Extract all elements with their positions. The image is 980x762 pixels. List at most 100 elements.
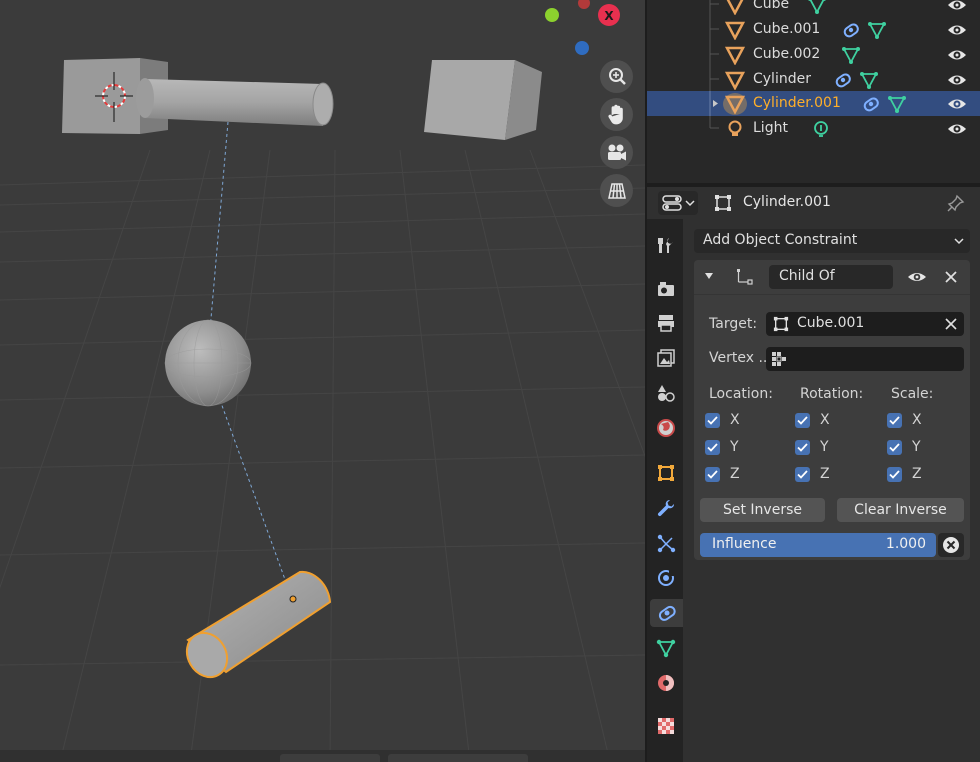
visibility-eye-icon[interactable]: [947, 21, 967, 39]
mesh-object-icon: [725, 71, 745, 90]
constraint-icon[interactable]: [841, 20, 861, 40]
collapse-triangle-icon[interactable]: [704, 272, 714, 280]
viewport-scene[interactable]: [0, 0, 645, 762]
tab-view-layer[interactable]: [652, 344, 680, 372]
tab-tool[interactable]: [652, 231, 680, 259]
location-z-checkbox[interactable]: [705, 467, 720, 482]
wrench-icon: [657, 499, 675, 517]
rotation-label: Rotation:: [800, 386, 864, 402]
tab-render[interactable]: [652, 275, 680, 303]
perspective-grid-icon[interactable]: [600, 174, 633, 207]
visibility-eye-icon[interactable]: [907, 269, 927, 285]
mesh-object-icon: [725, 95, 745, 114]
mesh-data-icon[interactable]: [859, 70, 879, 90]
rotation-y-checkbox[interactable]: [795, 440, 810, 455]
visibility-eye-icon[interactable]: [947, 46, 967, 64]
clear-inverse-button[interactable]: Clear Inverse: [837, 498, 964, 522]
rotation-z-checkbox[interactable]: [795, 467, 810, 482]
rotation-x-checkbox[interactable]: [795, 413, 810, 428]
constraint-icon[interactable]: [833, 70, 853, 90]
tool-icon: [658, 238, 673, 253]
render-icon: [658, 282, 674, 296]
location-y-checkbox[interactable]: [705, 440, 720, 455]
outliner-item-label: Cylinder.001: [753, 95, 841, 111]
close-icon[interactable]: [944, 270, 958, 284]
tab-world[interactable]: [652, 414, 680, 442]
cylinder-top[interactable]: [136, 78, 334, 126]
object-icon: [773, 316, 789, 332]
light-data-icon[interactable]: [811, 119, 831, 139]
particles-icon: [657, 534, 676, 553]
influence-slider[interactable]: Influence 1.000: [700, 533, 936, 557]
scale-y-checkbox[interactable]: [887, 440, 902, 455]
tab-material[interactable]: [652, 669, 680, 697]
outliner-item-cube[interactable]: Cube: [647, 0, 980, 17]
vertex-group-field[interactable]: [766, 347, 964, 371]
object-properties-icon: [658, 465, 674, 481]
object-name-label: Cylinder.001: [743, 194, 831, 210]
tab-particles[interactable]: [652, 529, 680, 557]
material-icon: [658, 675, 674, 691]
location-x-checkbox[interactable]: [705, 413, 720, 428]
sphere[interactable]: [164, 319, 252, 407]
scale-z-checkbox[interactable]: [887, 467, 902, 482]
tab-physics[interactable]: [652, 564, 680, 592]
pin-icon[interactable]: [947, 194, 965, 212]
set-inverse-button[interactable]: Set Inverse: [700, 498, 825, 522]
chevron-down-icon: [954, 238, 964, 245]
tab-output[interactable]: [652, 309, 680, 337]
object-icon: [715, 195, 731, 211]
tab-constraints[interactable]: [650, 599, 683, 627]
outliner-item-cylinder[interactable]: Cylinder: [647, 67, 980, 92]
tab-object[interactable]: [652, 459, 680, 487]
gizmo-y-axis[interactable]: [545, 8, 559, 22]
cube-right[interactable]: [424, 60, 542, 140]
visibility-eye-icon[interactable]: [947, 71, 967, 89]
mesh-data-icon[interactable]: [841, 45, 861, 65]
scale-x-checkbox[interactable]: [887, 413, 902, 428]
3d-viewport[interactable]: X: [0, 0, 645, 762]
visibility-eye-icon[interactable]: [947, 120, 967, 138]
mesh-data-icon[interactable]: [807, 0, 827, 15]
visibility-eye-icon[interactable]: [947, 95, 967, 113]
add-object-constraint-dropdown[interactable]: Add Object Constraint: [694, 229, 970, 253]
rotation-x-label: X: [820, 412, 830, 428]
constraint-icon[interactable]: [861, 94, 881, 114]
outliner-item-label: Light: [753, 120, 788, 136]
editor-type-dropdown[interactable]: [658, 191, 698, 215]
cylinder-selected[interactable]: [179, 570, 332, 685]
location-label: Location:: [709, 386, 773, 402]
scale-z-label: Z: [912, 466, 922, 482]
outliner-item-cube-001[interactable]: Cube.001: [647, 17, 980, 42]
outliner-item-cylinder-001[interactable]: Cylinder.001: [647, 91, 980, 116]
tab-texture[interactable]: [652, 712, 680, 740]
clear-target-icon[interactable]: [945, 318, 957, 330]
constraint-name-field[interactable]: Child Of: [769, 265, 893, 289]
checkmark-icon: [707, 416, 718, 425]
zoom-icon[interactable]: [600, 60, 633, 93]
pan-hand-icon[interactable]: [600, 98, 633, 131]
target-label: Target:: [709, 316, 758, 332]
mesh-data-icon[interactable]: [887, 94, 907, 114]
tab-object-data[interactable]: [652, 634, 680, 662]
visibility-eye-icon[interactable]: [947, 0, 967, 14]
disable-keep-transform-button[interactable]: [938, 533, 964, 557]
rotation-z-label: Z: [820, 466, 830, 482]
tab-scene[interactable]: [652, 379, 680, 407]
outliner[interactable]: Cube Cube.001 Cube.002 Cylinder Cylinder…: [647, 0, 980, 183]
camera-view-icon[interactable]: [600, 136, 633, 169]
child-of-constraint-icon: [737, 269, 753, 285]
gizmo-z-negative[interactable]: [575, 41, 589, 55]
checkmark-icon: [707, 470, 718, 479]
checkmark-icon: [889, 416, 900, 425]
viewport-footer-bar: [0, 750, 645, 762]
target-field[interactable]: Cube.001: [766, 312, 964, 336]
outliner-item-label: Cube.002: [753, 46, 821, 62]
mesh-data-icon[interactable]: [867, 20, 887, 40]
outliner-item-label: Cube.001: [753, 21, 821, 37]
outliner-item-cube-002[interactable]: Cube.002: [647, 42, 980, 67]
tab-modifiers[interactable]: [652, 494, 680, 522]
outliner-item-light[interactable]: Light: [647, 116, 980, 141]
properties-editor-icon: [662, 195, 682, 211]
navigation-gizmo[interactable]: X: [540, 0, 640, 60]
